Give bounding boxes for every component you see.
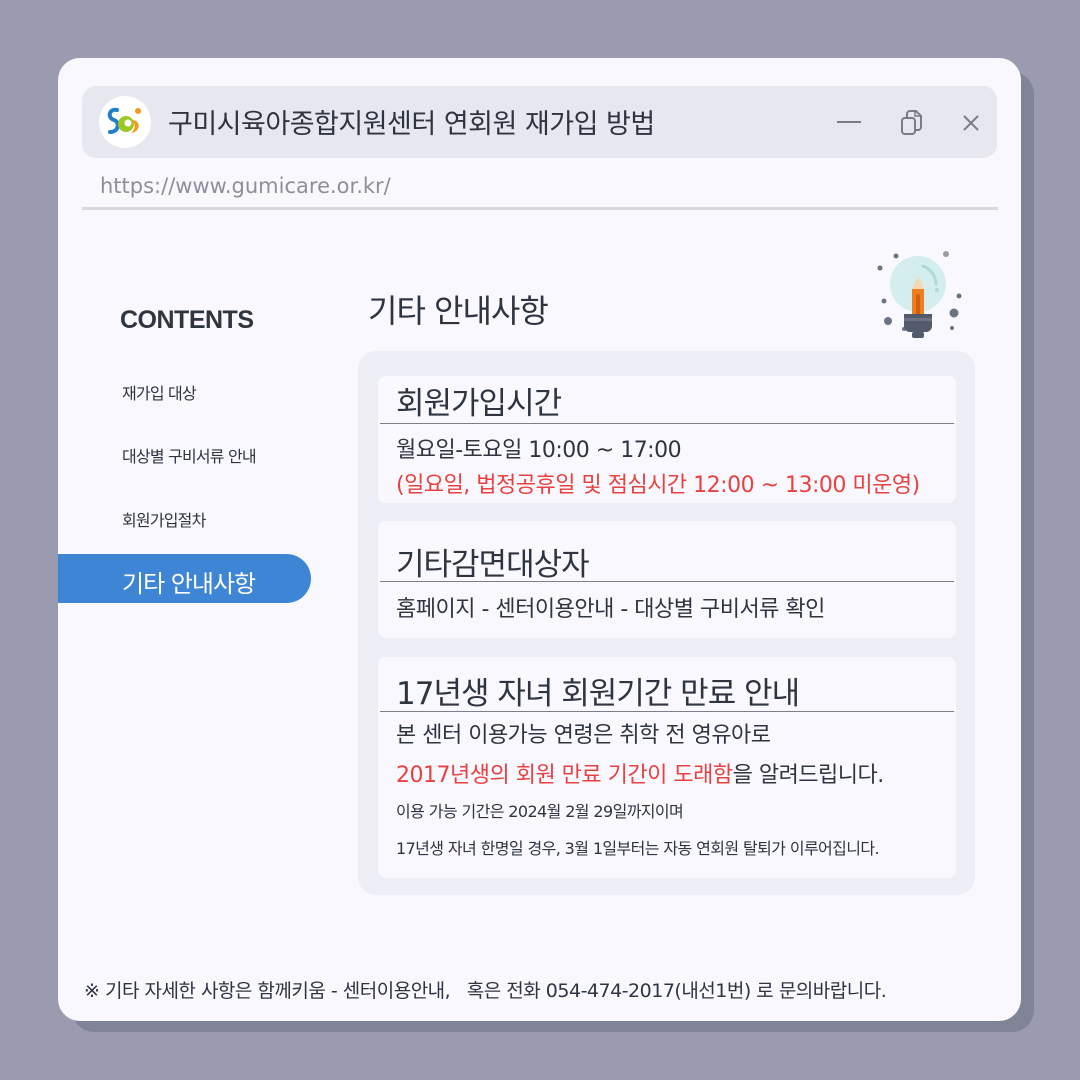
sidebar-item-rejoin-target[interactable]: 재가입 대상 bbox=[122, 380, 197, 404]
card-line-warning: (일요일, 법정공휴일 및 점심시간 12:00 ~ 13:00 미운영) bbox=[396, 473, 920, 498]
plain-text: 을 알려드립니다. bbox=[732, 763, 885, 788]
page-title: 기타 안내사항 bbox=[368, 292, 549, 330]
sidebar-item-label: 기타 안내사항 bbox=[122, 570, 256, 598]
card-line: 홈페이지 - 센터이용안내 - 대상별 구비서류 확인 bbox=[396, 597, 825, 622]
card-divider bbox=[380, 423, 954, 424]
sidebar-item-required-documents[interactable]: 대상별 구비서류 안내 bbox=[122, 443, 257, 467]
card-line: 이용 가능 기간은 2024월 2월 29일까지이며 bbox=[396, 802, 684, 821]
card-title: 17년생 자녀 회원기간 만료 안내 bbox=[396, 676, 800, 712]
browser-window: 구미시육아종합지원센터 연회원 재가입 방법 https://www.gumic… bbox=[58, 58, 1021, 1021]
sci-logo-icon bbox=[99, 96, 151, 148]
card-2017-expiry: 17년생 자녀 회원기간 만료 안내 본 센터 이용가능 연령은 취학 전 영유… bbox=[378, 657, 956, 878]
window-title: 구미시육아종합지원센터 연회원 재가입 방법 bbox=[168, 109, 655, 140]
card-line: 월요일-토요일 10:00 ~ 17:00 bbox=[396, 438, 682, 463]
address-bar-url[interactable]: https://www.gumicare.or.kr/ bbox=[100, 174, 391, 198]
sidebar-item-signup-procedure[interactable]: 회원가입절차 bbox=[122, 507, 206, 531]
close-icon bbox=[963, 115, 979, 131]
close-button[interactable] bbox=[956, 108, 986, 138]
highlight-text: 2017년생의 회원 만료 기간이 도래함 bbox=[396, 763, 733, 788]
lightbulb-pencil-icon bbox=[877, 251, 962, 338]
card-line: 17년생 자녀 한명일 경우, 3월 1일부터는 자동 연회원 탈퇴가 이루어집… bbox=[396, 839, 880, 858]
card-line: 본 센터 이용가능 연령은 취학 전 영유아로 bbox=[396, 723, 771, 748]
card-divider bbox=[380, 711, 954, 712]
footer-note: ※ 기타 자세한 사항은 함께키움 - 센터이용안내, 혹은 전화 054-47… bbox=[84, 980, 887, 1002]
card-signup-hours: 회원가입시간 월요일-토요일 10:00 ~ 17:00 (일요일, 법정공휴일… bbox=[378, 376, 956, 503]
minimize-icon bbox=[837, 121, 861, 123]
restore-button[interactable] bbox=[896, 108, 926, 138]
card-other-exemptions: 기타감면대상자 홈페이지 - 센터이용안내 - 대상별 구비서류 확인 bbox=[378, 521, 956, 638]
notices-panel: 회원가입시간 월요일-토요일 10:00 ~ 17:00 (일요일, 법정공휴일… bbox=[358, 351, 975, 895]
card-divider bbox=[380, 581, 954, 582]
address-bar-divider bbox=[82, 207, 998, 210]
card-title: 기타감면대상자 bbox=[396, 547, 590, 583]
card-line-highlighted: 2017년생의 회원 만료 기간이 도래함을 알려드립니다. bbox=[396, 757, 884, 789]
card-title: 회원가입시간 bbox=[396, 386, 562, 422]
copy-icon bbox=[901, 110, 922, 135]
title-bar: 구미시육아종합지원센터 연회원 재가입 방법 bbox=[82, 86, 997, 158]
sidebar-heading: CONTENTS bbox=[120, 306, 254, 334]
minimize-button[interactable] bbox=[834, 108, 864, 138]
sidebar-item-other-notices[interactable]: 기타 안내사항 bbox=[58, 554, 311, 603]
